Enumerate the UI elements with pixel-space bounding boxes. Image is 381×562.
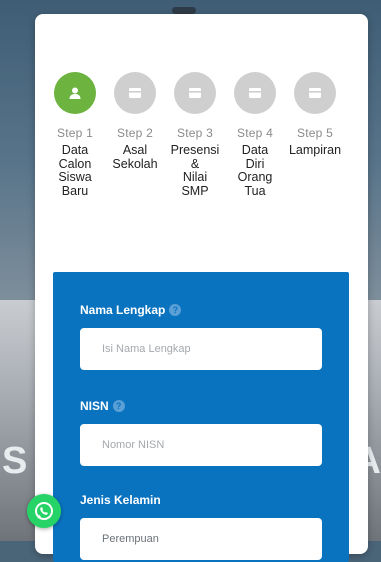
step-number: Step 3 [177,126,213,140]
step-3-circle[interactable] [174,72,216,114]
step-label: Presensi & Nilai SMP [170,143,220,198]
nama-lengkap-label: Nama Lengkap ? [80,303,182,317]
help-icon[interactable]: ? [169,304,182,316]
card-icon [309,88,321,98]
whatsapp-button[interactable] [27,494,61,528]
step-5-circle[interactable] [294,72,336,114]
step-2[interactable]: Step 2 Asal Sekolah [104,72,166,171]
background-letter: S [2,440,28,482]
top-handle [172,7,196,14]
jenis-kelamin-label: Jenis Kelamin [80,493,161,507]
step-1-circle[interactable] [54,72,96,114]
student-data-form: Nama Lengkap ? NISN ? Jenis Kelamin Pere… [53,272,349,562]
step-label: Asal Sekolah [112,143,158,171]
step-number: Step 1 [57,126,93,140]
nama-lengkap-input[interactable] [80,328,322,370]
registration-card: Step 1 Data Calon Siswa Baru Step 2 Asal… [35,14,368,562]
step-label: Data Diri Orang Tua [237,143,273,198]
step-4[interactable]: Step 4 Data Diri Orang Tua [224,72,286,198]
step-4-circle[interactable] [234,72,276,114]
step-label: Data Calon Siswa Baru [58,143,92,198]
step-5[interactable]: Step 5 Lampiran [284,72,346,158]
card-icon [129,88,141,98]
whatsapp-icon [35,502,53,520]
step-1[interactable]: Step 1 Data Calon Siswa Baru [44,72,106,198]
nisn-input[interactable] [80,424,322,466]
step-number: Step 2 [117,126,153,140]
card-icon [189,88,201,98]
help-icon[interactable]: ? [112,400,125,412]
nisn-label: NISN ? [80,399,125,413]
user-icon [69,87,81,99]
step-number: Step 4 [237,126,273,140]
step-number: Step 5 [297,126,333,140]
card-icon [249,88,261,98]
step-3[interactable]: Step 3 Presensi & Nilai SMP [164,72,226,198]
step-2-circle[interactable] [114,72,156,114]
step-label: Lampiran [288,143,342,157]
jenis-kelamin-select[interactable]: Perempuan [80,518,322,560]
